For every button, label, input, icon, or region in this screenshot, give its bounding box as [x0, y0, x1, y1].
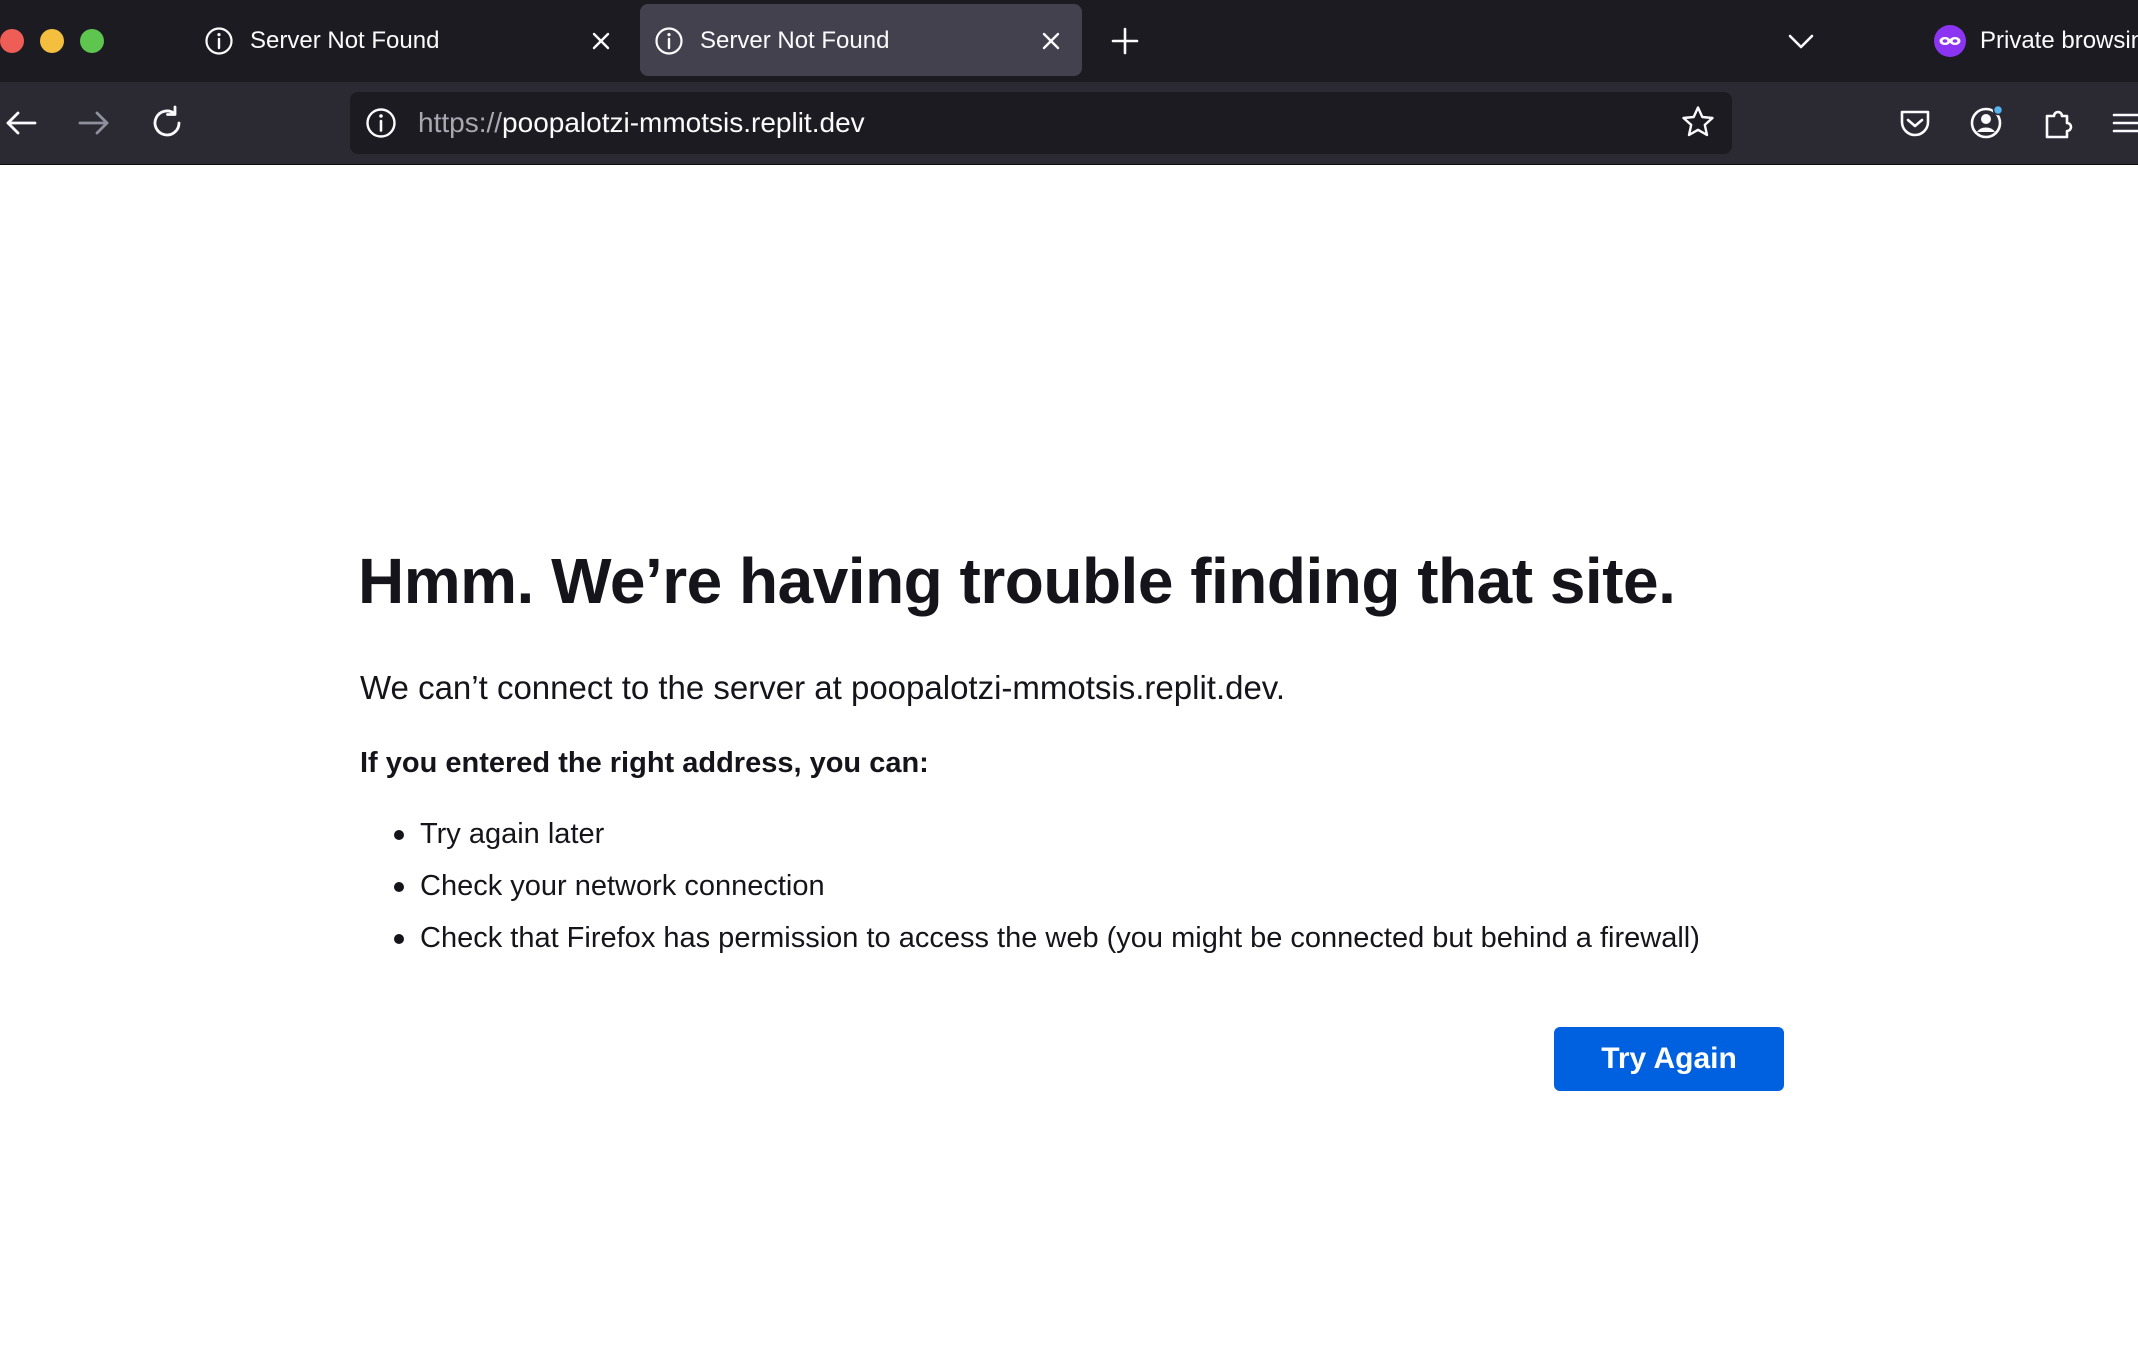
- error-page: Hmm. We’re having trouble finding that s…: [0, 165, 2138, 1352]
- maximize-window-button[interactable]: [80, 29, 104, 53]
- suggestion-text: Check that Firefox has permission to acc…: [420, 922, 1700, 954]
- browser-window: Server Not Found Server Not Found Privat…: [0, 0, 2138, 1352]
- chevron-down-icon[interactable]: [1786, 26, 1816, 56]
- private-browsing-label: Private browsin: [1980, 27, 2138, 54]
- close-window-button[interactable]: [0, 29, 24, 53]
- tab-server-not-found-1[interactable]: Server Not Found: [190, 4, 632, 76]
- site-info-icon[interactable]: [364, 106, 398, 140]
- suggestion-text: Check your network connection: [420, 870, 825, 902]
- forward-arrow-icon[interactable]: [75, 104, 113, 142]
- bullet-icon: [394, 830, 404, 840]
- account-icon[interactable]: [1967, 104, 2005, 142]
- suggestion-list: Try again later Check your network conne…: [360, 808, 1700, 964]
- list-item: Try again later: [360, 808, 1700, 860]
- reload-icon[interactable]: [148, 104, 186, 142]
- menu-hamburger-icon[interactable]: [2110, 104, 2138, 142]
- navigation-toolbar: https://poopalotzi-mmotsis.replit.dev: [0, 82, 2138, 165]
- error-description: We can’t connect to the server at poopal…: [360, 669, 1286, 706]
- error-subheading: If you entered the right address, you ca…: [360, 747, 929, 779]
- tab-title: Server Not Found: [700, 27, 890, 54]
- pocket-icon[interactable]: [1896, 104, 1934, 142]
- list-item: Check that Firefox has permission to acc…: [360, 912, 1700, 964]
- tab-strip: Server Not Found Server Not Found Privat…: [0, 0, 2138, 82]
- info-icon: [205, 27, 233, 55]
- list-item: Check your network connection: [360, 860, 1700, 912]
- private-mask-icon: [1934, 25, 1966, 57]
- minimize-window-button[interactable]: [40, 29, 64, 53]
- url-scheme: https://: [418, 107, 503, 138]
- close-tab-icon[interactable]: [1038, 28, 1064, 54]
- close-tab-icon[interactable]: [588, 28, 614, 54]
- url-bar[interactable]: https://poopalotzi-mmotsis.replit.dev: [350, 92, 1732, 154]
- bookmark-star-icon[interactable]: [1680, 104, 1716, 140]
- tab-title: Server Not Found: [250, 27, 440, 54]
- suggestion-text: Try again later: [420, 818, 605, 850]
- bullet-icon: [394, 882, 404, 892]
- tab-server-not-found-2[interactable]: Server Not Found: [640, 4, 1082, 76]
- url-text[interactable]: https://poopalotzi-mmotsis.replit.dev: [418, 106, 865, 140]
- extensions-puzzle-icon[interactable]: [2040, 104, 2078, 142]
- new-tab-plus-icon[interactable]: [1108, 24, 1142, 58]
- error-title: Hmm. We’re having trouble finding that s…: [358, 545, 1676, 617]
- bullet-icon: [394, 934, 404, 944]
- try-again-button[interactable]: Try Again: [1554, 1027, 1784, 1091]
- back-arrow-icon[interactable]: [2, 104, 40, 142]
- url-host: poopalotzi-mmotsis.replit.dev: [502, 107, 865, 138]
- info-icon: [655, 27, 683, 55]
